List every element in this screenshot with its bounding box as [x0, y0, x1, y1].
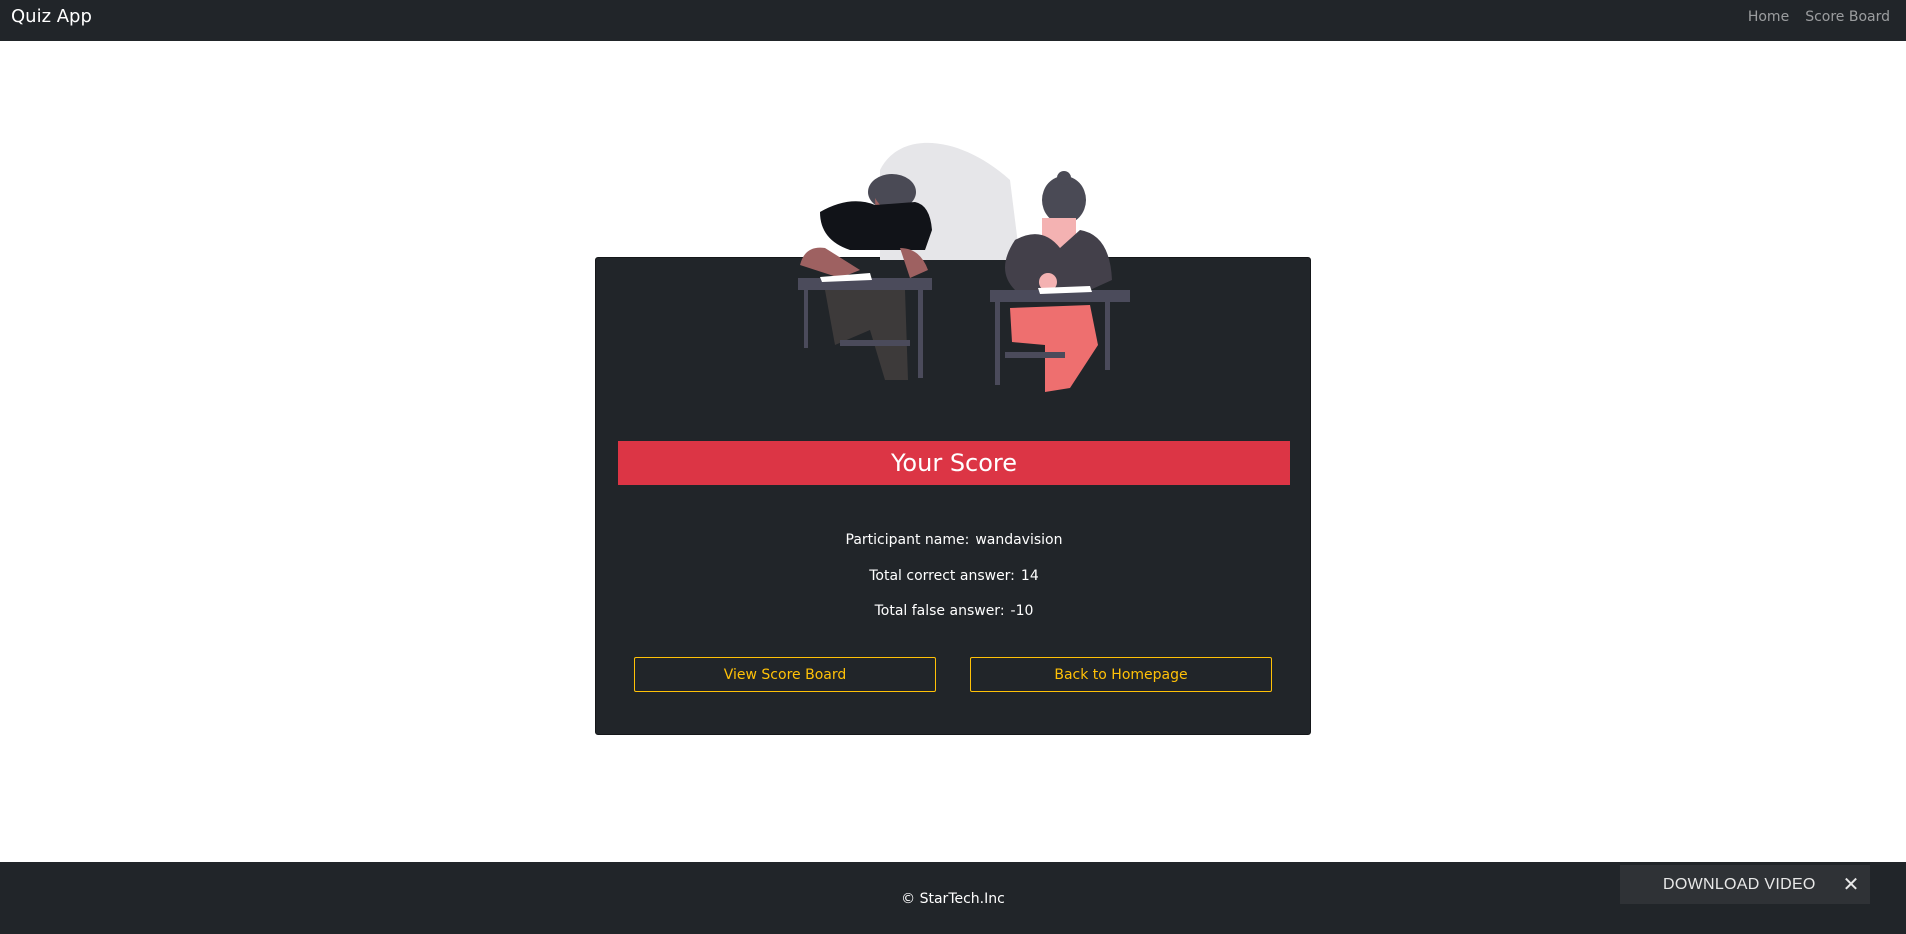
score-title: Your Score	[618, 441, 1290, 485]
nav-scoreboard-link[interactable]: Score Board	[1805, 9, 1890, 25]
correct-label: Total correct answer:	[869, 568, 1015, 584]
nav-home-link[interactable]: Home	[1748, 9, 1789, 25]
false-value: -10	[1010, 603, 1034, 619]
back-home-button[interactable]: Back to Homepage	[970, 657, 1272, 692]
correct-line: Total correct answer: 14	[596, 566, 1312, 586]
participant-value: wandavision	[975, 532, 1063, 548]
left-student	[798, 174, 932, 380]
download-video-label[interactable]: DOWNLOAD VIDEO	[1663, 865, 1816, 904]
download-video-popup[interactable]: DOWNLOAD VIDEO ✕	[1620, 865, 1870, 904]
participant-line: Participant name: wandavision	[596, 530, 1312, 550]
correct-value: 14	[1020, 568, 1039, 584]
false-label: Total false answer:	[874, 603, 1005, 619]
students-illustration	[798, 142, 1130, 392]
close-icon[interactable]: ✕	[1838, 865, 1864, 904]
nav-links: Home Score Board	[1748, 9, 1890, 25]
view-scoreboard-button[interactable]: View Score Board	[634, 657, 936, 692]
brand-link[interactable]: Quiz App	[11, 6, 92, 28]
false-line: Total false answer: -10	[596, 601, 1312, 621]
participant-label: Participant name:	[845, 532, 970, 548]
navbar: Quiz App Home Score Board	[0, 0, 1906, 41]
